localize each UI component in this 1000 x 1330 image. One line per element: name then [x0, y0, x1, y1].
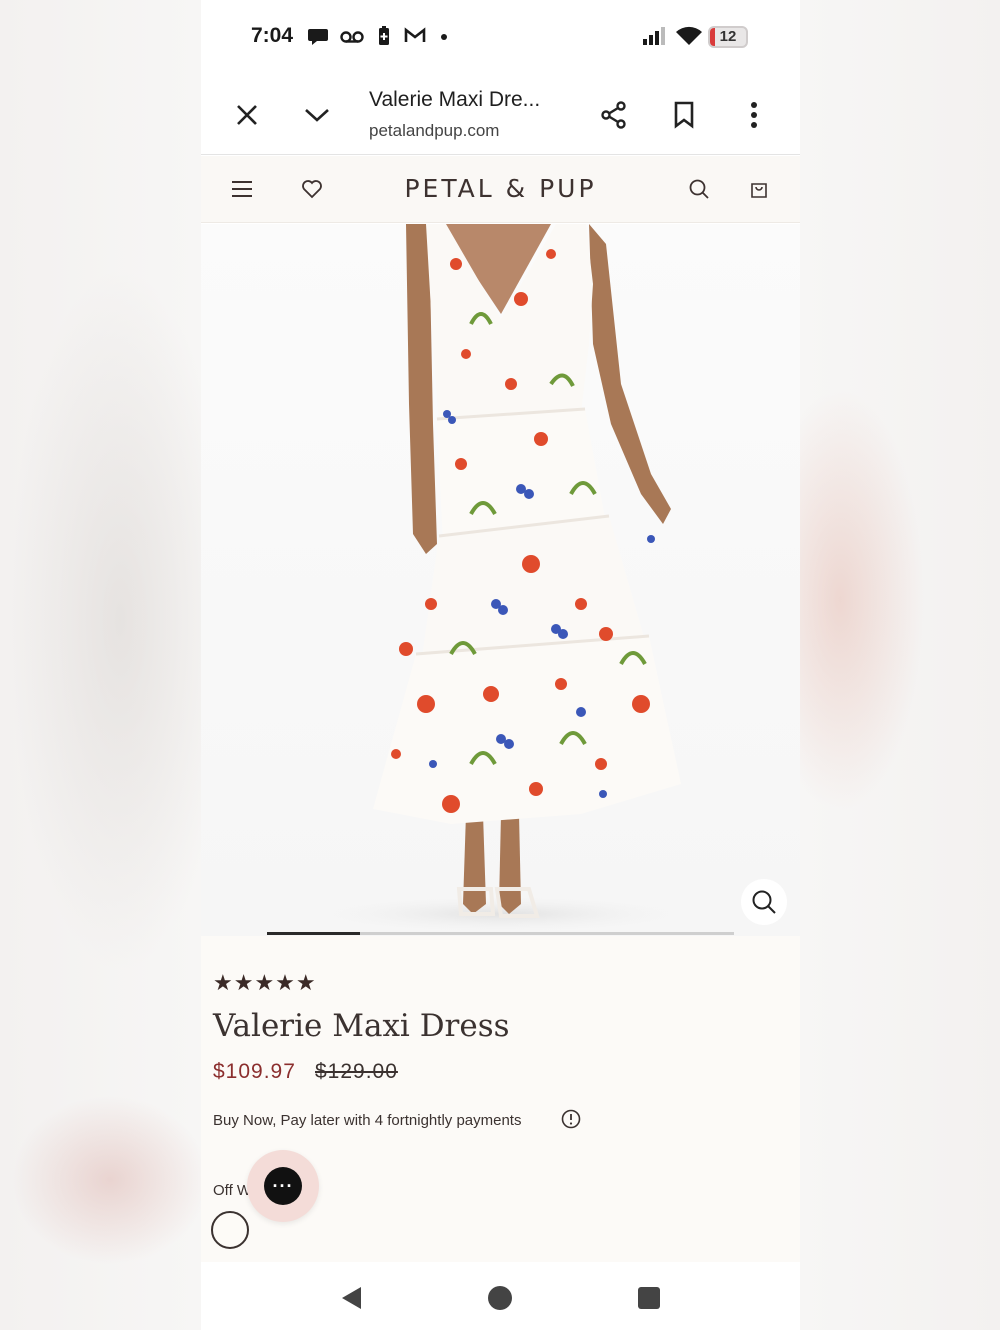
- bookmark-icon: [674, 101, 694, 129]
- gmail-icon: [404, 27, 426, 42]
- search-button[interactable]: [684, 174, 714, 204]
- chat-bubble-icon: ···: [264, 1167, 302, 1205]
- status-bar: 7:04 12: [201, 0, 800, 75]
- signal-icon: [643, 27, 665, 45]
- chat-button[interactable]: ···: [247, 1150, 319, 1222]
- close-icon: [237, 105, 257, 125]
- nav-back-button[interactable]: [337, 1284, 365, 1312]
- gallery-progress: [267, 932, 734, 935]
- sale-price: $109.97: [213, 1060, 296, 1083]
- cart-button[interactable]: [744, 174, 774, 204]
- product-title: Valerie Maxi Dress: [213, 1008, 510, 1044]
- page-url[interactable]: petalandpup.com: [369, 121, 499, 141]
- rating-stars[interactable]: ★★★★★: [213, 970, 317, 996]
- site-header: PETAL & PUP: [201, 156, 800, 223]
- share-icon: [601, 101, 626, 129]
- color-label: Off W: [213, 1182, 252, 1199]
- battery-saver-icon: [379, 26, 389, 45]
- page-title: Valerie Maxi Dre...: [369, 88, 541, 111]
- battery-indicator: 12: [708, 26, 748, 48]
- original-price: $129.00: [315, 1060, 398, 1083]
- nav-recents-button[interactable]: [635, 1284, 663, 1312]
- nav-home-button[interactable]: [486, 1284, 514, 1312]
- product-image[interactable]: [201, 224, 800, 936]
- product-info: ★★★★★ Valerie Maxi Dress $109.97 $129.00…: [201, 936, 800, 1262]
- info-icon[interactable]: [561, 1109, 581, 1129]
- status-time: 7:04: [251, 24, 294, 47]
- more-options-button[interactable]: [736, 97, 772, 133]
- dress-illustration: [301, 224, 701, 934]
- recents-icon: [638, 1287, 660, 1309]
- zoom-button[interactable]: [741, 879, 787, 925]
- bag-icon: [751, 183, 767, 198]
- gallery-progress-fill: [267, 932, 361, 935]
- zoom-icon: [752, 890, 776, 914]
- voicemail-icon: [340, 31, 364, 43]
- more-vert-icon: [751, 102, 757, 128]
- dot-icon: [441, 34, 447, 40]
- search-icon: [689, 179, 709, 199]
- paylater-text: Buy Now, Pay later with 4 fortnightly pa…: [213, 1112, 522, 1129]
- chevron-down-icon: [305, 109, 329, 122]
- browser-toolbar: Valerie Maxi Dre... petalandpup.com: [201, 75, 800, 155]
- back-icon: [342, 1287, 361, 1309]
- wifi-icon: [676, 26, 702, 45]
- home-icon: [488, 1286, 512, 1310]
- color-swatch-off-white[interactable]: [211, 1211, 249, 1249]
- phone-screen: 7:04 12 Valerie Maxi Dre... petalandpup.…: [201, 0, 800, 1330]
- system-nav-bar: [201, 1262, 800, 1330]
- bookmark-button[interactable]: [666, 97, 702, 133]
- minimize-button[interactable]: [299, 97, 335, 133]
- share-button[interactable]: [596, 97, 632, 133]
- chat-icon: [308, 29, 328, 45]
- close-tab-button[interactable]: [229, 97, 265, 133]
